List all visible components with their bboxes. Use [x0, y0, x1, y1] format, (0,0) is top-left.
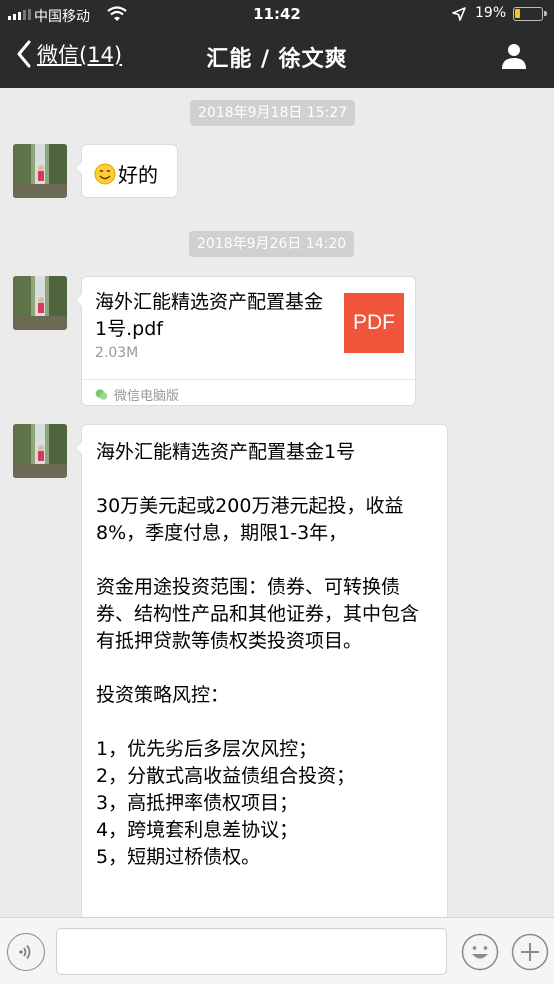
list-item: 1，优先劣后多层次风控； [96, 738, 318, 760]
emoji-icon[interactable] [461, 933, 499, 971]
message-text: 好的 [118, 163, 158, 187]
top-bar: 中国移动 11:42 19% 微信(14) 汇能 / 徐文爽 [0, 0, 554, 88]
file-source: 微信电脑版 [95, 385, 179, 404]
file-size: 2.03M [95, 345, 139, 361]
person-icon[interactable] [500, 42, 528, 70]
timestamp: 2018年9月18日 15:27 [190, 100, 356, 126]
location-arrow-icon [452, 7, 466, 21]
chat-title: 汇能 / 徐文爽 [206, 47, 348, 72]
message-bubble[interactable]: 好的 [75, 144, 178, 198]
file-message-card[interactable]: 海外汇能精选资产配置基金1号.pdf 2.03M PDF 微信电脑版 [75, 276, 416, 406]
list-item: 4，跨境套利息差协议； [96, 819, 299, 841]
battery-icon [513, 7, 547, 21]
pdf-icon: PDF [344, 293, 404, 353]
avatar[interactable] [13, 424, 67, 478]
message-paragraph: 海外汇能精选资产配置基金1号 [96, 441, 356, 463]
avatar[interactable] [13, 144, 67, 198]
divider [82, 379, 415, 380]
input-bar [0, 917, 554, 984]
file-source-label: 微信电脑版 [114, 389, 180, 404]
chat-area[interactable]: 2018年9月18日 15:27 好的 2018年9月26日 14:20 海外汇… [0, 88, 554, 917]
file-name: 海外汇能精选资产配置基金1号.pdf [95, 291, 324, 340]
voice-button[interactable] [7, 933, 45, 971]
battery-percent: 19% [475, 5, 507, 21]
status-time: 11:42 [253, 5, 301, 23]
voice-icon [19, 944, 31, 960]
list-item: 5，短期过桥债权。 [96, 846, 261, 868]
status-bar: 中国移动 11:42 19% [0, 0, 554, 30]
message-paragraph: 资金用途投资范围：债券、可转换债券、结构性产品和其他证券，其中包含有抵押贷款等债… [96, 576, 420, 652]
smile-emoji-icon [94, 163, 116, 185]
message-text: 海外汇能精选资产配置基金1号 30万美元起或200万港元起投，收益8%，季度付息… [82, 425, 447, 871]
avatar[interactable] [13, 276, 67, 330]
message-paragraph: 30万美元起或200万港元起投，收益8%，季度付息，期限1-3年， [96, 495, 404, 544]
list-item: 2，分散式高收益债组合投资； [96, 765, 356, 787]
message-input[interactable] [56, 928, 447, 975]
plus-icon[interactable] [511, 933, 549, 971]
list-item: 3，高抵押率债权项目； [96, 792, 299, 814]
message-paragraph: 投资策略风控： [96, 684, 230, 706]
message-bubble[interactable]: 海外汇能精选资产配置基金1号 30万美元起或200万港元起投，收益8%，季度付息… [75, 424, 448, 917]
wechat-icon [95, 389, 108, 400]
timestamp: 2018年9月26日 14:20 [189, 231, 355, 257]
